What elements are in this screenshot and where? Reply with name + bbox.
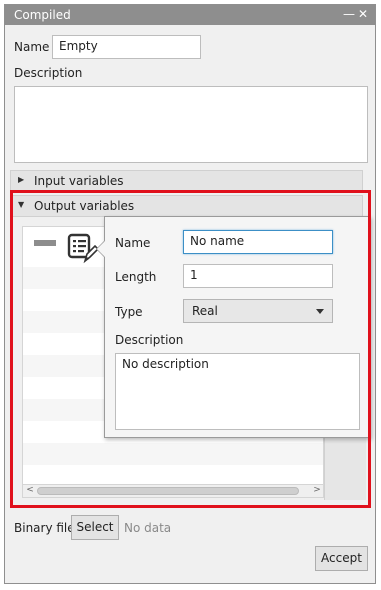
binary-status: No data — [124, 521, 172, 535]
select-button[interactable]: Select — [71, 515, 119, 540]
highlight-frame — [10, 190, 371, 508]
description-textarea[interactable] — [14, 86, 368, 163]
input-variables-header[interactable]: ▶ Input variables — [10, 170, 363, 192]
binary-file-label: Binary file — [14, 521, 75, 535]
name-label: Name — [14, 40, 50, 54]
name-input[interactable]: Empty — [52, 35, 201, 59]
window-title: Compiled — [14, 8, 71, 22]
title-bar: Compiled — ✕ — [5, 5, 375, 25]
input-variables-label: Input variables — [34, 174, 124, 188]
accept-button[interactable]: Accept — [315, 546, 368, 571]
minimize-icon[interactable]: — — [342, 6, 356, 22]
close-icon[interactable]: ✕ — [356, 6, 370, 22]
description-label: Description — [14, 66, 83, 80]
collapsed-arrow-icon: ▶ — [18, 175, 25, 184]
